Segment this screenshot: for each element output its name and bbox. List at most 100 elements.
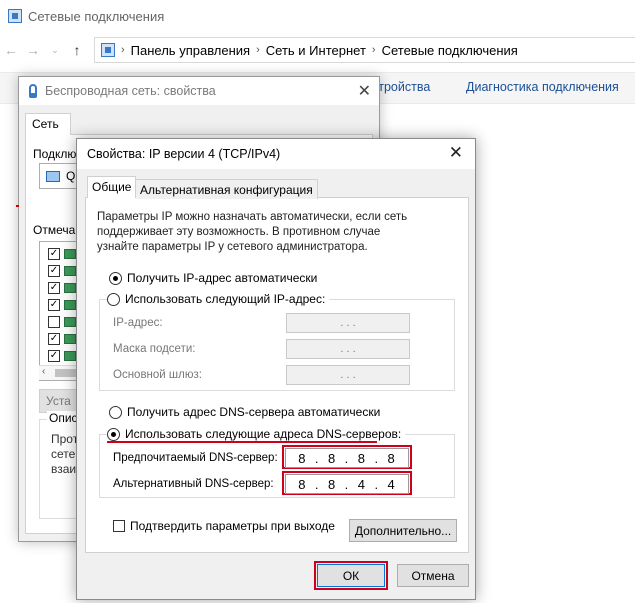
network-component-icon [64, 249, 76, 259]
preferred-dns-octet: 8 [387, 450, 396, 466]
validate-label[interactable]: Подтвердить параметры при выходе [130, 519, 335, 533]
ip-auto-radio[interactable] [109, 271, 122, 285]
component-row[interactable]: ✓ [48, 248, 76, 260]
breadcrumb-item[interactable]: Панель управления [131, 43, 250, 58]
octet-dot: . [344, 476, 350, 492]
advanced-button[interactable]: Дополнительно... [349, 519, 457, 542]
chevron-right-icon: › [371, 44, 376, 56]
network-adapter-icon [46, 170, 60, 182]
control-panel-icon [101, 43, 115, 57]
change-settings-command[interactable]: стройства [372, 80, 430, 94]
wireless-adapter-icon [29, 84, 37, 98]
default-gateway-input: . . . [286, 365, 410, 385]
explorer-title: Сетевые подключения [28, 8, 165, 24]
close-icon[interactable]: ✕ [358, 81, 371, 101]
octet-dot: . [374, 476, 380, 492]
tab-alternate-configuration[interactable]: Альтернативная конфигурация [136, 179, 318, 199]
dns-manual-label[interactable]: Использовать следующие адреса DNS-сервер… [125, 427, 401, 441]
component-checkbox[interactable]: ✓ [48, 299, 60, 311]
dns-manual-option[interactable]: Использовать следующие адреса DNS-сервер… [107, 427, 406, 441]
wireless-dialog-title: Беспроводная сеть: свойства [45, 84, 216, 98]
breadcrumb-item[interactable]: Сетевые подключения [382, 43, 518, 58]
octet-dot: . [314, 476, 320, 492]
chevron-right-icon: › [256, 44, 260, 56]
component-checkbox[interactable]: ✓ [48, 333, 60, 345]
ipv4-dialog-title-bar: Свойства: IP версии 4 (TCP/IPv4) [77, 139, 475, 169]
tab-network[interactable]: Сеть [25, 113, 71, 135]
network-component-icon [64, 334, 76, 344]
navigation-bar: ← → ⌄ ↑ › Панель управления › Сеть и Инт… [0, 36, 635, 64]
ip-auto-option[interactable]: Получить IP-адрес автоматически [109, 271, 317, 285]
alternate-dns-octet: 8 [327, 476, 337, 492]
preferred-dns-octet: 8 [327, 450, 337, 466]
explorer-title-bar: Сетевые подключения [8, 6, 164, 26]
ipv4-properties-dialog: Свойства: IP версии 4 (TCP/IPv4) ✕ Общие… [76, 138, 476, 600]
dns-auto-label[interactable]: Получить адрес DNS-сервера автоматически [127, 405, 380, 419]
dns-auto-radio[interactable] [109, 405, 122, 419]
network-component-icon [64, 317, 76, 327]
component-row[interactable]: ✓ [48, 265, 76, 277]
forward-arrow-icon[interactable]: → [22, 42, 44, 58]
ipv4-dialog-title: Свойства: IP версии 4 (TCP/IPv4) [87, 147, 281, 161]
validate-checkbox[interactable] [113, 520, 125, 532]
preferred-dns-input[interactable]: 8. 8. 8. 8 [285, 448, 409, 468]
up-arrow-icon[interactable]: ↑ [66, 42, 88, 58]
ip-description: Параметры IP можно назначать автоматичес… [97, 211, 408, 253]
octet-dot: . [344, 450, 350, 466]
ip-manual-option[interactable]: Использовать следующий IP-адрес: [107, 292, 330, 306]
ip-auto-label[interactable]: Получить IP-адрес автоматически [127, 271, 317, 285]
component-checkbox[interactable]: ✓ [48, 265, 60, 277]
network-component-icon [64, 300, 76, 310]
ok-button[interactable]: ОК [317, 564, 385, 587]
validate-option[interactable]: Подтвердить параметры при выходе [113, 519, 335, 533]
component-checkbox[interactable]: ✓ [48, 282, 60, 294]
close-icon[interactable]: ✕ [449, 143, 463, 163]
network-component-icon [64, 351, 76, 361]
component-checkbox[interactable]: ✓ [48, 248, 60, 260]
network-component-icon [64, 266, 76, 276]
dns-manual-radio[interactable] [107, 427, 120, 441]
component-row[interactable]: ✓ [48, 299, 76, 311]
subnet-mask-input: . . . [286, 339, 410, 359]
component-row[interactable]: ✓ [48, 333, 76, 345]
preferred-dns-octet: 8 [298, 450, 307, 466]
alternate-dns-octet: 4 [387, 476, 396, 492]
network-component-icon [64, 283, 76, 293]
component-row[interactable]: ✓ [48, 350, 76, 362]
alternate-dns-input[interactable]: 8. 8. 4. 4 [285, 474, 409, 494]
octet-dot: . [374, 450, 380, 466]
recent-chevron-icon[interactable]: ⌄ [44, 45, 66, 56]
component-row[interactable] [48, 316, 76, 328]
cancel-button[interactable]: Отмена [397, 564, 469, 587]
chevron-right-icon: › [121, 44, 125, 56]
default-gateway-label: Основной шлюз: [113, 369, 202, 381]
alternate-dns-octet: 8 [298, 476, 307, 492]
ip-address-label: IP-адрес: [113, 317, 163, 329]
components-label: Отмеча [33, 223, 76, 237]
component-checkbox[interactable]: ✓ [48, 350, 60, 362]
component-row[interactable]: ✓ [48, 282, 76, 294]
ip-manual-radio[interactable] [107, 292, 120, 306]
component-checkbox[interactable] [48, 316, 60, 328]
ip-manual-label[interactable]: Использовать следующий IP-адрес: [125, 292, 325, 306]
address-bar[interactable]: › Панель управления › Сеть и Интернет › … [94, 37, 635, 63]
octet-dot: . [314, 450, 320, 466]
network-connections-icon [8, 9, 22, 23]
preferred-dns-label: Предпочитаемый DNS-сервер: [113, 452, 278, 464]
tab-general[interactable]: Общие [87, 176, 137, 198]
alternate-dns-octet: 4 [357, 476, 366, 492]
scroll-left-icon[interactable]: ‹ [42, 366, 45, 377]
diagnostics-command[interactable]: Диагностика подключения [466, 80, 619, 94]
breadcrumb-item[interactable]: Сеть и Интернет [266, 43, 366, 58]
subnet-mask-label: Маска подсети: [113, 343, 196, 355]
dns-auto-option[interactable]: Получить адрес DNS-сервера автоматически [109, 405, 380, 419]
annotation-mark [16, 205, 19, 207]
dns-manual-underline [107, 441, 377, 443]
back-arrow-icon[interactable]: ← [0, 42, 22, 58]
alternate-dns-label: Альтернативный DNS-сервер: [113, 478, 274, 490]
connect-using-label: Подклю [33, 147, 77, 161]
ip-address-input: . . . [286, 313, 410, 333]
adapter-name: Q [66, 169, 76, 183]
wireless-dialog-title-bar: Беспроводная сеть: свойства [19, 77, 379, 105]
preferred-dns-octet: 8 [357, 450, 366, 466]
